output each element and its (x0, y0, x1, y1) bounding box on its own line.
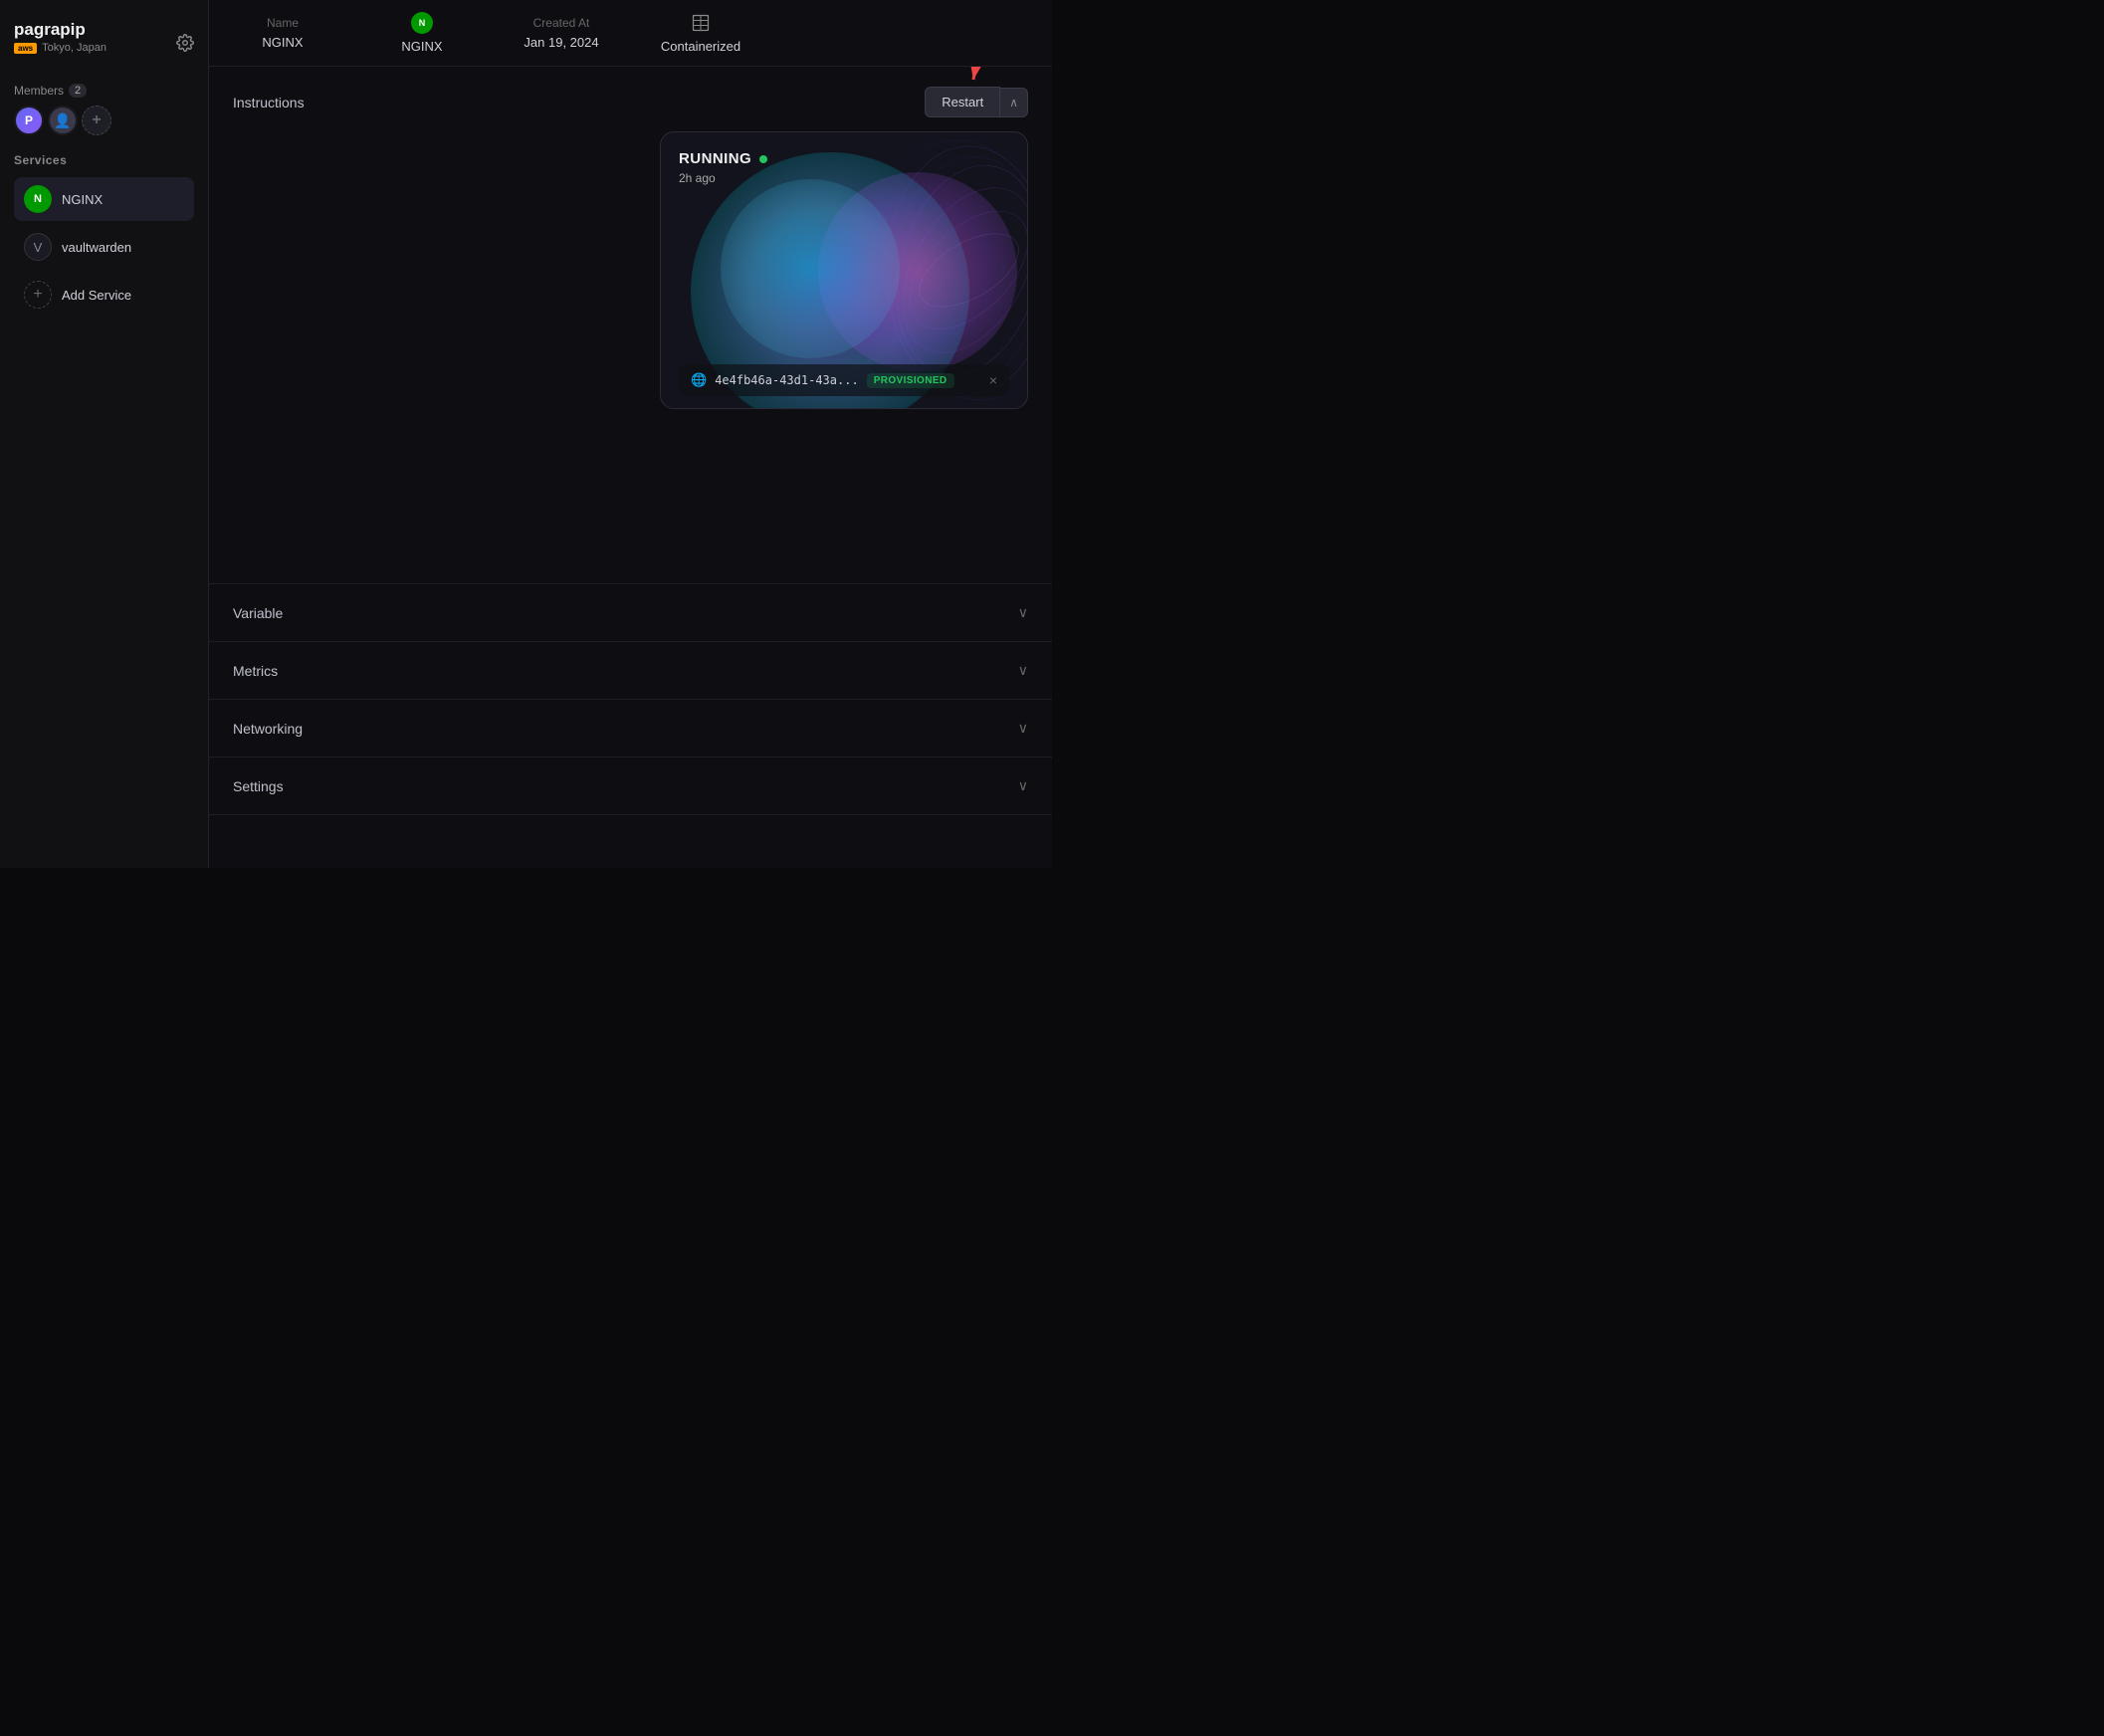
settings-chevron-icon: ∨ (1018, 777, 1028, 794)
running-row: RUNNING (679, 150, 1009, 167)
nginx-header-icon: N (411, 12, 433, 34)
provision-row: 🌐 4e4fb46a-43d1-43a... PROVISIONED × (679, 364, 1009, 396)
restart-button[interactable]: Restart (925, 87, 1000, 117)
nginx-icon: N (24, 185, 52, 213)
globe-icon: 🌐 (691, 372, 707, 388)
created-col-value: Jan 19, 2024 (524, 35, 598, 50)
members-label: Members 2 (14, 84, 194, 98)
restart-chevron-button[interactable]: ∧ (1000, 88, 1028, 117)
provision-id: 4e4fb46a-43d1-43a... (715, 373, 859, 387)
networking-section: Networking ∨ (209, 700, 1052, 758)
running-dot (759, 155, 767, 163)
services-label: Services (14, 153, 194, 167)
status-card: RUNNING 2h ago 🌐 4e4fb46a-43d1-43a... PR… (660, 131, 1028, 409)
members-avatars: P 👤 + (14, 106, 194, 135)
header-container-col: Containerized (651, 12, 750, 54)
add-service-icon: + (24, 281, 52, 309)
metrics-title: Metrics (233, 663, 278, 679)
project-region: aws Tokyo, Japan (14, 42, 106, 54)
provision-close-icon[interactable]: × (989, 372, 997, 388)
networking-title: Networking (233, 721, 303, 737)
add-service-item[interactable]: + Add Service (14, 273, 194, 317)
networking-chevron-icon: ∨ (1018, 720, 1028, 737)
project-header: pagrapip aws Tokyo, Japan (14, 20, 194, 70)
settings-section: Settings ∨ (209, 758, 1052, 815)
status-card-content: RUNNING 2h ago 🌐 4e4fb46a-43d1-43a... PR… (679, 150, 1009, 396)
container-icon (690, 12, 712, 34)
time-ago: 2h ago (679, 171, 1009, 185)
project-name: pagrapip (14, 20, 106, 40)
sidebar: pagrapip aws Tokyo, Japan Members 2 P (0, 0, 209, 868)
metrics-section-header[interactable]: Metrics ∨ (233, 662, 1028, 679)
settings-title: Settings (233, 778, 284, 794)
metrics-section: Metrics ∨ (209, 642, 1052, 700)
metrics-chevron-icon: ∨ (1018, 662, 1028, 679)
variable-section: Variable ∨ (209, 584, 1052, 642)
settings-icon[interactable] (176, 34, 194, 57)
instructions-title: Instructions (233, 95, 305, 110)
provision-badge: PROVISIONED (867, 373, 954, 388)
add-member-button[interactable]: + (82, 106, 111, 135)
variable-title: Variable (233, 605, 283, 621)
aws-badge: aws (14, 43, 37, 54)
header-icon-col: N NGINX (372, 12, 472, 54)
nginx-header-label: NGINX (401, 39, 442, 54)
members-count: 2 (69, 84, 87, 98)
name-col-label: Name (267, 16, 299, 30)
variable-chevron-icon: ∨ (1018, 604, 1028, 621)
name-col-value: NGINX (262, 35, 303, 50)
sidebar-item-vaultwarden[interactable]: V vaultwarden (14, 225, 194, 269)
project-info: pagrapip aws Tokyo, Japan (14, 20, 106, 70)
vault-label: vaultwarden (62, 240, 131, 255)
main-content: Name NGINX N NGINX Created At Jan 19, 20… (209, 0, 1052, 868)
sidebar-item-nginx[interactable]: N NGINX (14, 177, 194, 221)
header-created-col: Created At Jan 19, 2024 (512, 16, 611, 50)
restart-btn-area: Restart ∧ (925, 87, 1028, 117)
app-container: pagrapip aws Tokyo, Japan Members 2 P (0, 0, 1052, 868)
containerized-label: Containerized (661, 39, 740, 54)
avatar-member-2[interactable]: 👤 (48, 106, 78, 135)
created-col-label: Created At (533, 16, 590, 30)
header-name-col: Name NGINX (233, 16, 332, 50)
region-text: Tokyo, Japan (42, 42, 106, 54)
networking-section-header[interactable]: Networking ∨ (233, 720, 1028, 737)
members-section: Members 2 P 👤 + (14, 84, 194, 135)
running-text: RUNNING (679, 150, 751, 167)
content-area: Instructions (209, 67, 1052, 868)
service-header: Name NGINX N NGINX Created At Jan 19, 20… (209, 0, 1052, 67)
instructions-section: Instructions (209, 67, 1052, 584)
vault-icon: V (24, 233, 52, 261)
settings-section-header[interactable]: Settings ∨ (233, 777, 1028, 794)
avatar-member-1[interactable]: P (14, 106, 44, 135)
nginx-label: NGINX (62, 192, 103, 207)
add-service-label: Add Service (62, 288, 131, 303)
variable-section-header[interactable]: Variable ∨ (233, 604, 1028, 621)
instructions-top: Instructions (233, 87, 1028, 117)
